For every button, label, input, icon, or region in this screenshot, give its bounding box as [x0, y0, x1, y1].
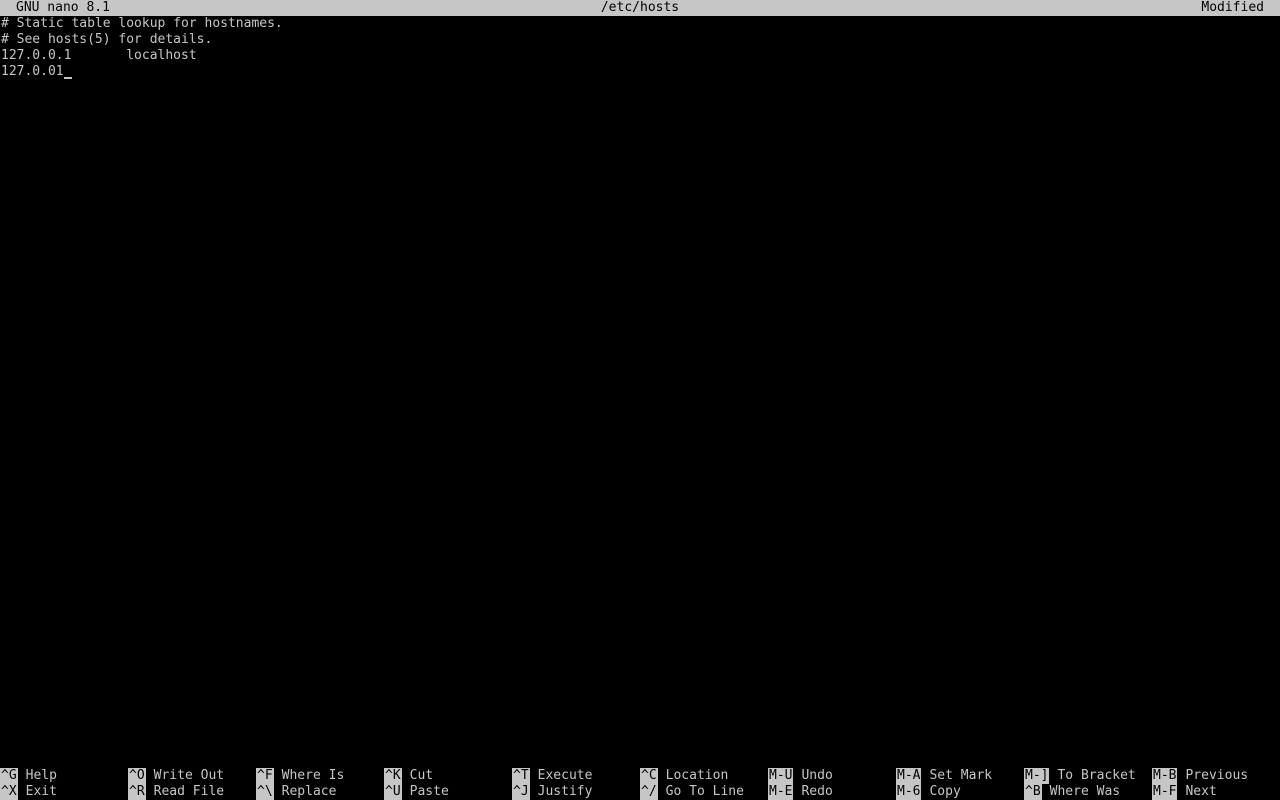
shortcut-label: Exit — [25, 784, 57, 799]
text-cursor — [63, 64, 72, 80]
shortcut-label: Location — [665, 768, 729, 783]
shortcut-justify[interactable]: ^J Justify — [512, 784, 592, 800]
shortcut-paste[interactable]: ^U Paste — [384, 784, 449, 800]
shortcut-write-out[interactable]: ^O Write Out — [128, 768, 224, 784]
shortcut-label: Paste — [409, 784, 449, 799]
shortcut-label: Justify — [537, 784, 593, 799]
shortcut-label: Where Was — [1049, 784, 1121, 799]
editor-line[interactable]: 127.0.0.1 localhost — [0, 48, 1280, 64]
shortcut-key: ^F — [256, 768, 274, 784]
shortcut-key: M-B — [1152, 768, 1178, 784]
shortcut-label: Read File — [153, 784, 225, 799]
shortcut-label: To Bracket — [1057, 768, 1136, 783]
shortcut-label: Cut — [409, 768, 434, 783]
shortcut-key: ^\ — [256, 784, 274, 800]
app-version: GNU nano 8.1 — [16, 0, 110, 15]
shortcut-key: M-6 — [896, 784, 922, 800]
shortcut-key: ^J — [512, 784, 530, 800]
shortcut-bar: ^G Help ^O Write Out ^F Where Is ^K Cut ^T Ex… — [0, 768, 1280, 800]
shortcut-read-file[interactable]: ^R Read File — [128, 784, 224, 800]
shortcut-label: Copy — [929, 784, 961, 799]
shortcut-where-is[interactable]: ^F Where Is — [256, 768, 344, 784]
shortcut-label: Undo — [801, 768, 833, 783]
shortcut-key: ^K — [384, 768, 402, 784]
shortcut-key: M-E — [768, 784, 794, 800]
shortcut-copy[interactable]: M-6 Copy — [896, 784, 961, 800]
shortcut-cut[interactable]: ^K Cut — [384, 768, 433, 784]
modified-status: Modified — [1201, 0, 1264, 15]
shortcut-label: Next — [1185, 784, 1217, 799]
shortcut-go-to-line[interactable]: ^/ Go To Line — [640, 784, 744, 800]
shortcut-where-was[interactable]: ^B Where Was — [1024, 784, 1120, 800]
shortcut-label: Where Is — [281, 768, 345, 783]
shortcut-set-mark[interactable]: M-A Set Mark — [896, 768, 992, 784]
shortcut-row-2: ^X Exit ^R Read File ^\ Replace ^U Paste ^J J… — [0, 784, 1280, 800]
shortcut-label: Go To Line — [665, 784, 744, 799]
shortcut-label: Redo — [801, 784, 833, 799]
shortcut-previous[interactable]: M-B Previous — [1152, 768, 1248, 784]
shortcut-key: M-F — [1152, 784, 1178, 800]
shortcut-undo[interactable]: M-U Undo — [768, 768, 833, 784]
shortcut-to-bracket[interactable]: M-] To Bracket — [1024, 768, 1136, 784]
shortcut-key: ^T — [512, 768, 530, 784]
shortcut-exit[interactable]: ^X Exit — [0, 784, 57, 800]
shortcut-key: ^X — [0, 784, 18, 800]
shortcut-replace[interactable]: ^\ Replace — [256, 784, 336, 800]
shortcut-next[interactable]: M-F Next — [1152, 784, 1217, 800]
shortcut-key: ^R — [128, 784, 146, 800]
editor-line[interactable]: # Static table lookup for hostnames. — [0, 16, 1280, 32]
title-bar: /etc/hosts GNU nano 8.1 Modified — [0, 0, 1280, 16]
shortcut-label: Previous — [1185, 768, 1249, 783]
text-editor-area[interactable]: # Static table lookup for hostnames. # S… — [0, 16, 1280, 768]
shortcut-key: ^O — [128, 768, 146, 784]
shortcut-label: Write Out — [153, 768, 225, 783]
shortcut-key: ^/ — [640, 784, 658, 800]
shortcut-key: M-U — [768, 768, 794, 784]
shortcut-key: M-] — [1024, 768, 1050, 784]
shortcut-key: ^U — [384, 784, 402, 800]
shortcut-key: ^B — [1024, 784, 1042, 800]
shortcut-key: ^G — [0, 768, 18, 784]
shortcut-label: Set Mark — [929, 768, 993, 783]
shortcut-key: M-A — [896, 768, 922, 784]
shortcut-row-1: ^G Help ^O Write Out ^F Where Is ^K Cut ^T Ex… — [0, 768, 1280, 784]
shortcut-label: Help — [25, 768, 57, 783]
shortcut-redo[interactable]: M-E Redo — [768, 784, 833, 800]
shortcut-help[interactable]: ^G Help — [0, 768, 57, 784]
shortcut-label: Replace — [281, 784, 337, 799]
editor-line[interactable]: # See hosts(5) for details. — [0, 32, 1280, 48]
shortcut-location[interactable]: ^C Location — [640, 768, 728, 784]
editor-line-current[interactable]: 127.0.01 — [0, 64, 1280, 80]
shortcut-label: Execute — [537, 768, 593, 783]
editor-line-text[interactable]: 127.0.01 — [1, 64, 64, 79]
shortcut-key: ^C — [640, 768, 658, 784]
file-name: /etc/hosts — [600, 0, 680, 15]
shortcut-execute[interactable]: ^T Execute — [512, 768, 592, 784]
